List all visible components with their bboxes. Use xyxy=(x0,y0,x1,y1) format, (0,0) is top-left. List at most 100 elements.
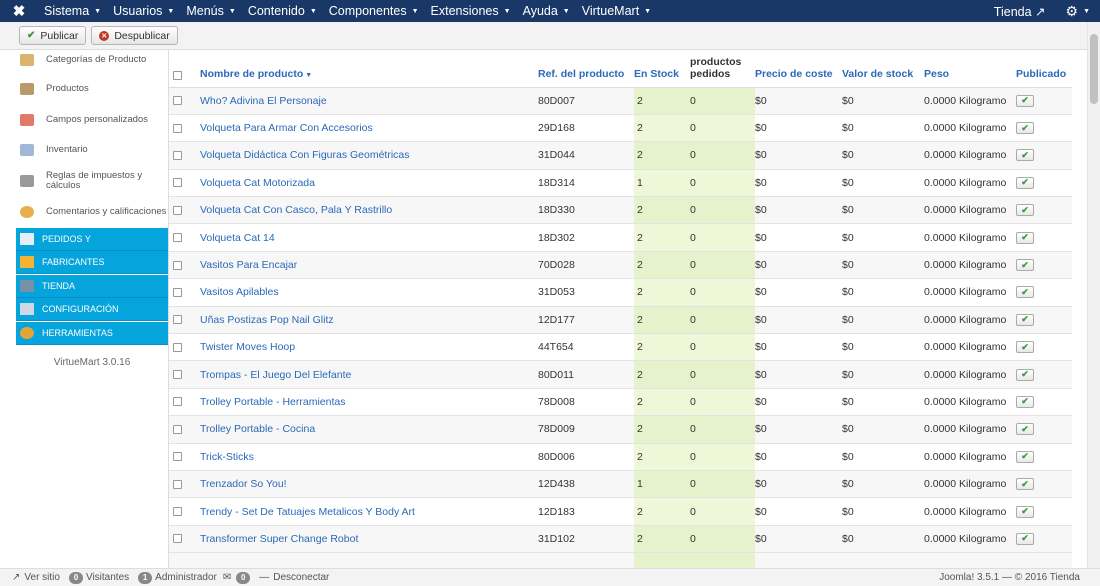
column-header-precio[interactable]: Precio de coste xyxy=(755,50,842,88)
published-toggle[interactable]: ✔ xyxy=(1016,532,1034,545)
check-icon: ✔ xyxy=(1021,95,1029,106)
unpublish-button[interactable]: ✕ Despublicar xyxy=(91,26,178,45)
check-icon: ✔ xyxy=(1021,533,1029,544)
sidebar-section-tienda[interactable]: TIENDA xyxy=(16,275,168,298)
published-toggle[interactable]: ✔ xyxy=(1016,341,1034,354)
row-checkbox[interactable] xyxy=(173,260,182,270)
tienda-link[interactable]: Tienda ↗ xyxy=(984,0,1056,22)
product-name-link[interactable]: Volqueta Cat 14 xyxy=(200,232,275,244)
scrollbar[interactable] xyxy=(1087,22,1100,568)
menu-menus[interactable]: Menús ▼ xyxy=(180,0,241,22)
sidebar-section-configuracion[interactable]: CONFIGURACIÓN xyxy=(16,298,168,321)
column-header-ref[interactable]: Ref. del producto xyxy=(538,50,634,88)
product-name-link[interactable]: Trenzador So You! xyxy=(200,478,287,490)
sidebar-item-inventario[interactable]: Inventario xyxy=(16,143,168,157)
published-toggle[interactable]: ✔ xyxy=(1016,505,1034,518)
row-checkbox[interactable] xyxy=(173,370,182,380)
column-header-pedidos[interactable]: productos pedidos xyxy=(690,50,755,88)
row-checkbox[interactable] xyxy=(173,397,182,407)
row-checkbox[interactable] xyxy=(173,123,182,133)
product-name-link[interactable]: Trompas - El Juego Del Elefante xyxy=(200,369,351,381)
menu-componentes[interactable]: Componentes ▼ xyxy=(323,0,425,22)
published-toggle[interactable]: ✔ xyxy=(1016,313,1034,326)
published-toggle[interactable]: ✔ xyxy=(1016,94,1034,107)
row-checkbox[interactable] xyxy=(173,205,182,215)
published-toggle[interactable]: ✔ xyxy=(1016,204,1034,217)
published-toggle[interactable]: ✔ xyxy=(1016,450,1034,463)
caret-down-icon: ▼ xyxy=(411,7,419,15)
row-checkbox[interactable] xyxy=(173,507,182,517)
row-checkbox[interactable] xyxy=(173,287,182,297)
product-name-link[interactable]: Volqueta Para Armar Con Accesorios xyxy=(200,122,373,134)
menu-sistema[interactable]: Sistema ▼ xyxy=(38,0,107,22)
menu-ayuda[interactable]: Ayuda ▼ xyxy=(517,0,576,22)
sidebar-item-categorias[interactable]: Categorías de Producto xyxy=(16,53,168,67)
product-name-link[interactable]: Volqueta Cat Con Casco, Pala Y Rastrillo xyxy=(200,204,392,216)
published-toggle[interactable]: ✔ xyxy=(1016,478,1034,491)
row-checkbox[interactable] xyxy=(173,233,182,243)
published-toggle[interactable]: ✔ xyxy=(1016,259,1034,272)
column-header-publicado[interactable]: Publicado xyxy=(1016,50,1072,88)
settings-menu[interactable]: ⚙ ▼ xyxy=(1056,0,1100,22)
product-name-link[interactable]: Volqueta Cat Motorizada xyxy=(200,177,315,189)
stock-value: 2 xyxy=(637,286,643,299)
row-checkbox[interactable] xyxy=(173,452,182,462)
row-checkbox[interactable] xyxy=(173,315,182,325)
comment-icon xyxy=(20,206,34,218)
stock-value-cell: $0 xyxy=(842,497,924,526)
select-all-checkbox[interactable] xyxy=(173,70,182,80)
sidebar-section-herramientas[interactable]: HERRAMIENTAS xyxy=(16,322,168,345)
product-name-link[interactable]: Vasitos Apilables xyxy=(200,286,279,298)
published-toggle[interactable]: ✔ xyxy=(1016,176,1034,189)
joomla-logo-icon[interactable]: ✖ xyxy=(0,0,38,22)
column-header-valor[interactable]: Valor de stock xyxy=(842,50,924,88)
row-checkbox[interactable] xyxy=(173,178,182,188)
product-name-link[interactable]: Vasitos Para Encajar xyxy=(200,259,297,271)
published-toggle[interactable]: ✔ xyxy=(1016,286,1034,299)
logout-link[interactable]: — Desconectar xyxy=(259,572,329,583)
product-name-link[interactable]: Uñas Postizas Pop Nail Glitz xyxy=(200,314,334,326)
product-name-link[interactable]: Trick-Sticks xyxy=(200,451,254,463)
row-checkbox[interactable] xyxy=(173,150,182,160)
column-header-peso[interactable]: Peso xyxy=(924,50,1016,88)
published-toggle[interactable]: ✔ xyxy=(1016,368,1034,381)
row-checkbox[interactable] xyxy=(173,342,182,352)
published-toggle[interactable]: ✔ xyxy=(1016,423,1034,436)
sidebar-item-label: Comentarios y calificaciones xyxy=(46,206,167,217)
published-toggle[interactable]: ✔ xyxy=(1016,149,1034,162)
product-name-link[interactable]: Transformer Super Change Robot xyxy=(200,533,358,545)
published-toggle[interactable]: ✔ xyxy=(1016,122,1034,135)
column-header-nombre[interactable]: Nombre de producto ▼ xyxy=(200,50,538,88)
menu-extensiones[interactable]: Extensiones ▼ xyxy=(425,0,517,22)
weight-cell: 0.0000 Kilogramo xyxy=(924,169,1016,198)
menu-usuarios[interactable]: Usuarios ▼ xyxy=(107,0,180,22)
scrollbar-thumb[interactable] xyxy=(1090,34,1098,104)
column-header-stock[interactable]: En Stock xyxy=(634,50,690,88)
sidebar-item-impuestos[interactable]: Reglas de impuestos y cálculos xyxy=(16,169,168,193)
stock-cell: 1 xyxy=(634,470,690,499)
menu-virtuemart[interactable]: VirtueMart ▼ xyxy=(576,0,657,22)
sidebar-item-comentarios[interactable]: Comentarios y calificaciones xyxy=(16,200,168,224)
product-name-link[interactable]: Trendy - Set De Tatuajes Metalicos Y Bod… xyxy=(200,506,415,518)
product-name-link[interactable]: Trolley Portable - Cocina xyxy=(200,423,315,435)
publish-button[interactable]: ✔ Publicar xyxy=(19,26,87,45)
product-name-link[interactable]: Who? Adivina El Personaje xyxy=(200,95,327,107)
shop-icon xyxy=(20,280,34,292)
row-checkbox[interactable] xyxy=(173,534,182,544)
sidebar-item-campos[interactable]: Campos personalizados xyxy=(16,113,168,127)
messages-status[interactable]: ✉ 0 xyxy=(223,571,253,584)
row-checkbox[interactable] xyxy=(173,96,182,106)
row-checkbox[interactable] xyxy=(173,479,182,489)
row-select-cell xyxy=(169,360,200,389)
row-checkbox[interactable] xyxy=(173,424,182,434)
published-toggle[interactable]: ✔ xyxy=(1016,231,1034,244)
sidebar-section-pedidos[interactable]: PEDIDOS Y xyxy=(16,228,168,251)
sidebar-section-fabricantes[interactable]: FABRICANTES xyxy=(16,251,168,274)
product-name-link[interactable]: Twister Moves Hoop xyxy=(200,341,295,353)
product-name-link[interactable]: Volqueta Didáctica Con Figuras Geométric… xyxy=(200,149,410,161)
menu-contenido[interactable]: Contenido ▼ xyxy=(242,0,323,22)
sidebar-item-productos[interactable]: Productos xyxy=(16,82,168,96)
published-toggle[interactable]: ✔ xyxy=(1016,395,1034,408)
view-site-link[interactable]: ↗ Ver sitio xyxy=(12,572,60,583)
product-name-link[interactable]: Trolley Portable - Herramientas xyxy=(200,396,346,408)
